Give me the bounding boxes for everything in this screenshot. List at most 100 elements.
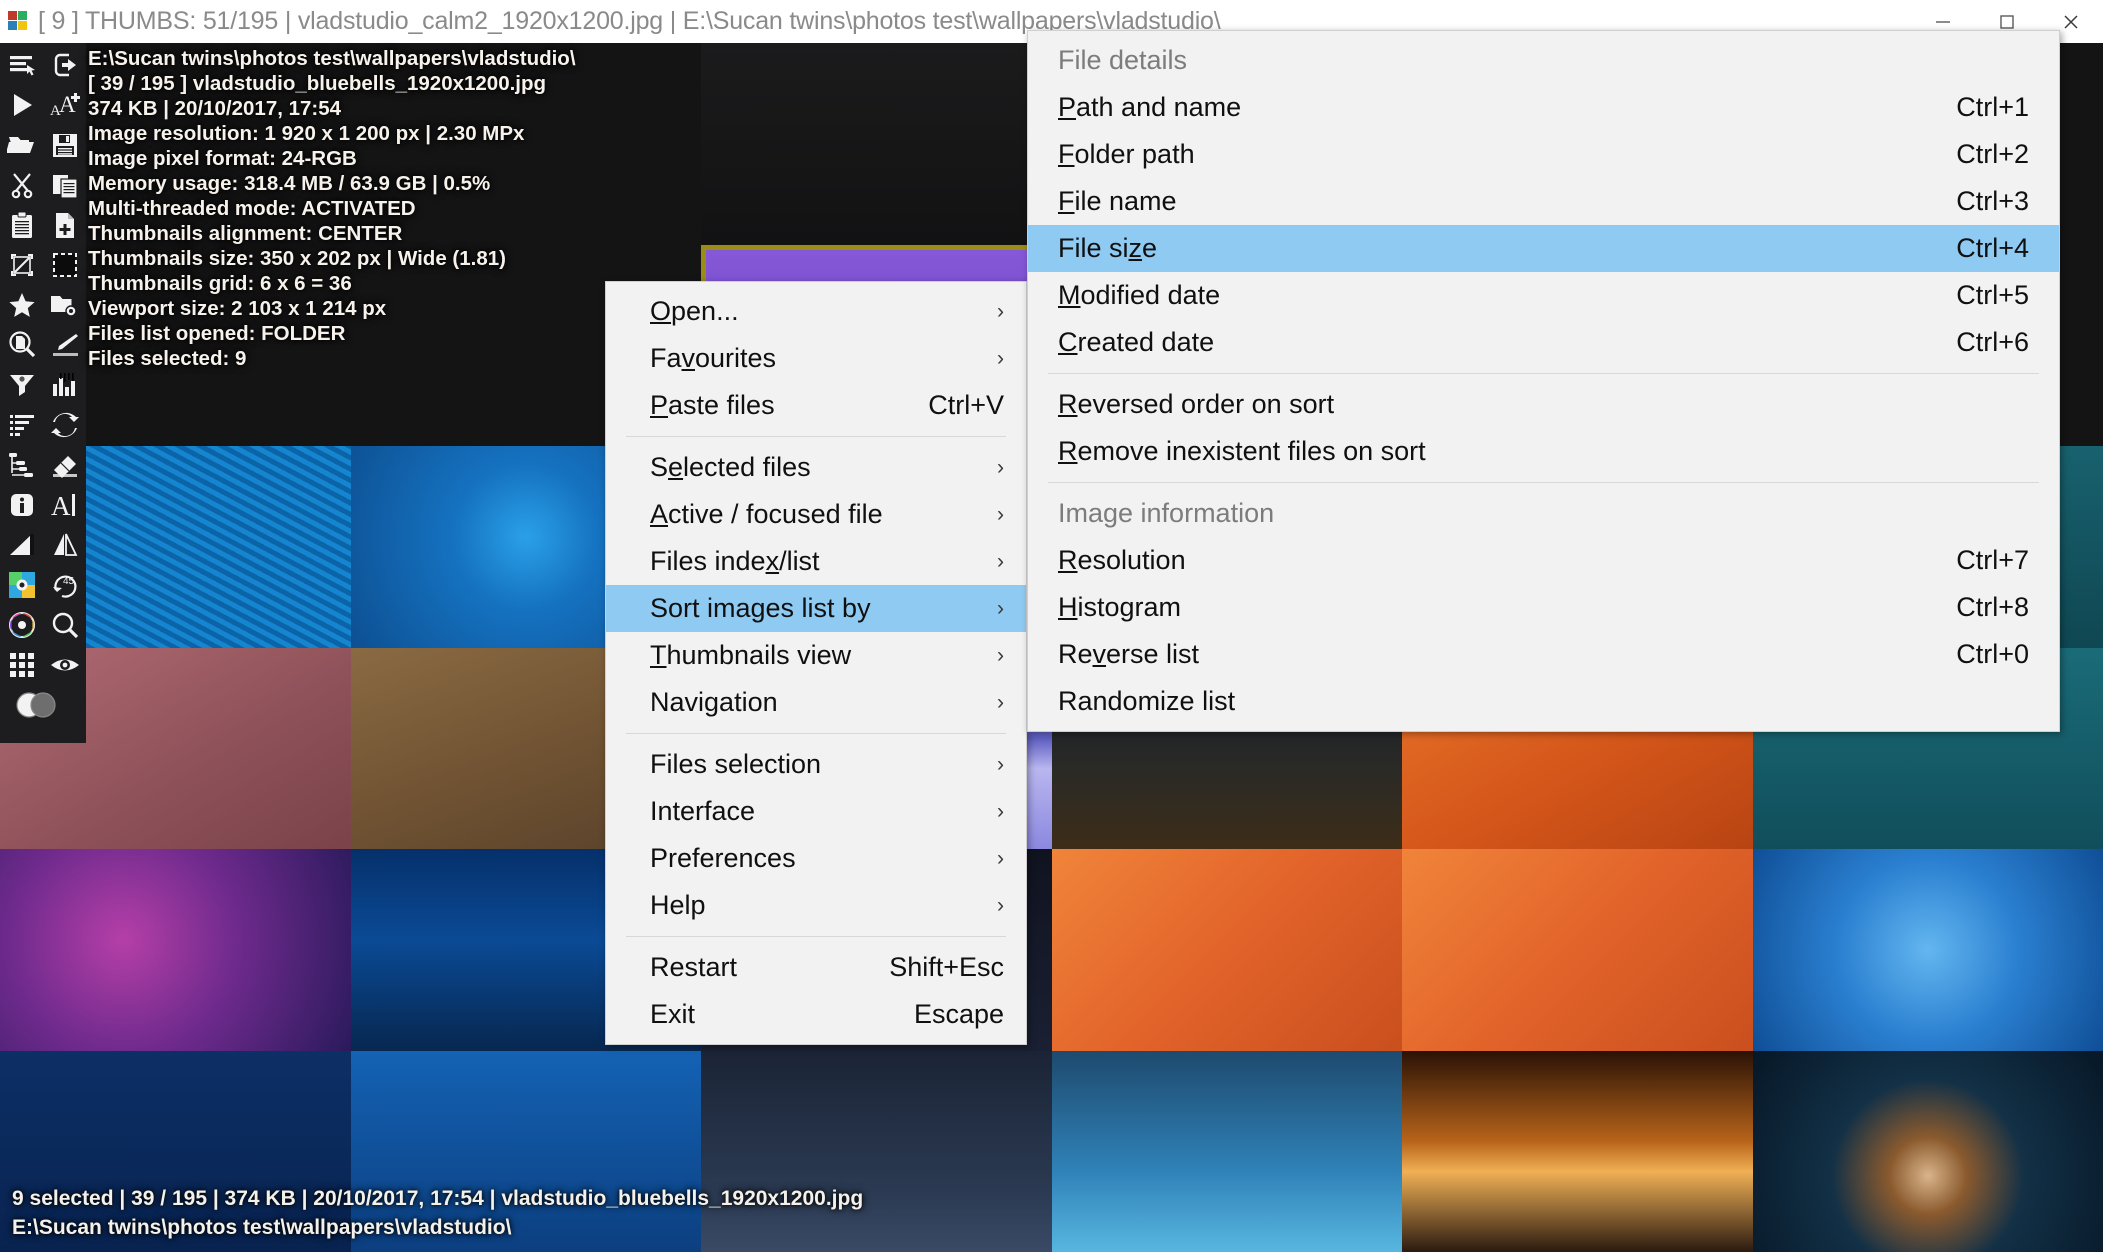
menu-item-open[interactable]: Open...› xyxy=(606,288,1026,335)
filter-icon[interactable] xyxy=(0,365,43,405)
menu-item-folder-path[interactable]: Folder pathCtrl+2 xyxy=(1028,131,2059,178)
menu-item-label: Exit xyxy=(650,999,695,1030)
thumb-cat-night[interactable] xyxy=(701,43,1052,245)
save-icon[interactable] xyxy=(43,125,86,165)
menu-item-files-index-list[interactable]: Files index/list› xyxy=(606,538,1026,585)
menu-separator xyxy=(626,436,1006,437)
new-file-icon[interactable] xyxy=(43,205,86,245)
info-line-7: Thumbnails alignment: CENTER xyxy=(88,221,576,246)
list-view-icon[interactable] xyxy=(0,45,43,85)
grid-icon[interactable] xyxy=(0,645,43,685)
file-search-icon[interactable] xyxy=(0,325,43,365)
menu-separator xyxy=(626,733,1006,734)
menu-item-randomize-list[interactable]: Randomize list xyxy=(1028,678,2059,725)
menu-item-shortcut: Ctrl+4 xyxy=(1896,233,2029,264)
info-line-10: Viewport size: 2 103 x 1 214 px xyxy=(88,296,576,321)
menu-item-help[interactable]: Help› xyxy=(606,882,1026,929)
contrast-toggle-icon[interactable] xyxy=(0,685,86,725)
info-line-8: Thumbnails size: 350 x 202 px | Wide (1.… xyxy=(88,246,576,271)
flip-icon[interactable] xyxy=(43,525,86,565)
menu-item-active-focused-file[interactable]: Active / focused file› xyxy=(606,491,1026,538)
menu-item-shortcut: Escape xyxy=(854,999,1004,1030)
copy-icon[interactable] xyxy=(43,165,86,205)
menu-item-modified-date[interactable]: Modified dateCtrl+5 xyxy=(1028,272,2059,319)
menu-item-exit[interactable]: Exit Escape xyxy=(606,991,1026,1038)
color-wheel-icon[interactable] xyxy=(0,605,43,645)
menu-item-shortcut: Ctrl+6 xyxy=(1896,327,2029,358)
open-folder-icon[interactable] xyxy=(0,125,43,165)
play-icon[interactable] xyxy=(0,85,43,125)
menu-item-label: Restart xyxy=(650,952,737,983)
menu-item-reverse-list[interactable]: Reverse listCtrl+0 xyxy=(1028,631,2059,678)
menu-item-thumbnails-view[interactable]: Thumbnails view› xyxy=(606,632,1026,679)
application-window: [ 9 ] THUMBS: 51/195 | vladstudio_calm2_… xyxy=(0,0,2103,1252)
refresh-icon[interactable] xyxy=(43,405,86,445)
menu-item-label: File details xyxy=(1058,45,1187,76)
menu-separator xyxy=(626,936,1006,937)
sort-images-submenu[interactable]: File details Path and nameCtrl+1Folder pa… xyxy=(1027,30,2060,732)
info-line-1: [ 39 / 195 ] vladstudio_bluebells_1920x1… xyxy=(88,71,576,96)
histogram-icon[interactable] xyxy=(43,365,86,405)
exit-icon[interactable] xyxy=(43,45,86,85)
menu-item-label: File size xyxy=(1058,233,1157,264)
menu-item-preferences[interactable]: Preferences› xyxy=(606,835,1026,882)
info-line-9: Thumbnails grid: 6 x 6 = 36 xyxy=(88,271,576,296)
menu-item-label: Created date xyxy=(1058,327,1214,358)
left-toolbar[interactable]: AAA45 xyxy=(0,43,86,743)
menu-item-label: File name xyxy=(1058,186,1177,217)
menu-item-shortcut: Ctrl+8 xyxy=(1896,592,2029,623)
font-size-icon[interactable]: AA xyxy=(43,85,86,125)
selection-icon[interactable] xyxy=(43,245,86,285)
pen-icon[interactable] xyxy=(43,325,86,365)
menu-item-file-size[interactable]: File size Ctrl+4 xyxy=(1028,225,2059,272)
rotate-45-icon[interactable]: 45 xyxy=(43,565,86,605)
menu-item-path-and-name[interactable]: Path and nameCtrl+1 xyxy=(1028,84,2059,131)
paste-icon[interactable] xyxy=(0,205,43,245)
folder-settings-icon[interactable] xyxy=(43,285,86,325)
menu-item-label: Favourites xyxy=(650,343,776,374)
thumb-orange-geo-2[interactable] xyxy=(1402,849,1753,1051)
menu-item-label: Navigation xyxy=(650,687,778,718)
tree-list-icon[interactable] xyxy=(0,445,43,485)
info-line-2: 374 KB | 20/10/2017, 17:54 xyxy=(88,96,576,121)
info-line-6: Multi-threaded mode: ACTIVATED xyxy=(88,196,576,221)
gradient-icon[interactable] xyxy=(0,525,43,565)
menu-item-files-selection[interactable]: Files selection› xyxy=(606,741,1026,788)
status-line-2: E:\Sucan twins\photos test\wallpapers\vl… xyxy=(12,1213,2093,1242)
menu-item-file-details: File details xyxy=(1028,37,2059,84)
submenu-arrow-icon: › xyxy=(947,597,1004,621)
menu-item-shortcut: Ctrl+1 xyxy=(1896,92,2029,123)
menu-item-file-name[interactable]: File nameCtrl+3 xyxy=(1028,178,2059,225)
submenu-arrow-icon: › xyxy=(947,503,1004,527)
status-bar: 9 selected | 39 / 195 | 374 KB | 20/10/2… xyxy=(0,1178,2103,1252)
context-menu[interactable]: Open...›Favourites›Paste filesCtrl+VSele… xyxy=(605,281,1027,1045)
menu-item-paste-files[interactable]: Paste filesCtrl+V xyxy=(606,382,1026,429)
menu-item-interface[interactable]: Interface› xyxy=(606,788,1026,835)
menu-item-navigation[interactable]: Navigation› xyxy=(606,679,1026,726)
eye-icon[interactable] xyxy=(43,645,86,685)
sort-list-icon[interactable] xyxy=(0,405,43,445)
cut-icon[interactable] xyxy=(0,165,43,205)
zoom-icon[interactable] xyxy=(43,605,86,645)
menu-item-histogram[interactable]: HistogramCtrl+8 xyxy=(1028,584,2059,631)
menu-item-restart[interactable]: RestartShift+Esc xyxy=(606,944,1026,991)
menu-item-remove-inexistent-files-on-sort[interactable]: Remove inexistent files on sort xyxy=(1028,428,2059,475)
info-line-11: Files list opened: FOLDER xyxy=(88,321,576,346)
menu-item-reversed-order-on-sort[interactable]: Reversed order on sort xyxy=(1028,381,2059,428)
menu-item-favourites[interactable]: Favourites› xyxy=(606,335,1026,382)
menu-item-resolution[interactable]: ResolutionCtrl+7 xyxy=(1028,537,2059,584)
info-icon[interactable] xyxy=(0,485,43,525)
info-line-12: Files selected: 9 xyxy=(88,346,576,371)
menu-item-sort-images-list-by[interactable]: Sort images list by› xyxy=(606,585,1026,632)
text-tool-icon[interactable]: A xyxy=(43,485,86,525)
eraser-icon[interactable] xyxy=(43,445,86,485)
app-logo-icon xyxy=(8,11,30,33)
favourite-star-icon[interactable] xyxy=(0,285,43,325)
color-picker-icon[interactable] xyxy=(0,565,43,605)
crop-icon[interactable] xyxy=(0,245,43,285)
thumb-purple-bokeh[interactable] xyxy=(0,849,351,1051)
menu-item-created-date[interactable]: Created date Ctrl+6 xyxy=(1028,319,2059,366)
thumb-blue-light[interactable] xyxy=(1753,849,2103,1051)
thumb-orange-geometric[interactable] xyxy=(1052,849,1403,1051)
menu-item-selected-files[interactable]: Selected files› xyxy=(606,444,1026,491)
